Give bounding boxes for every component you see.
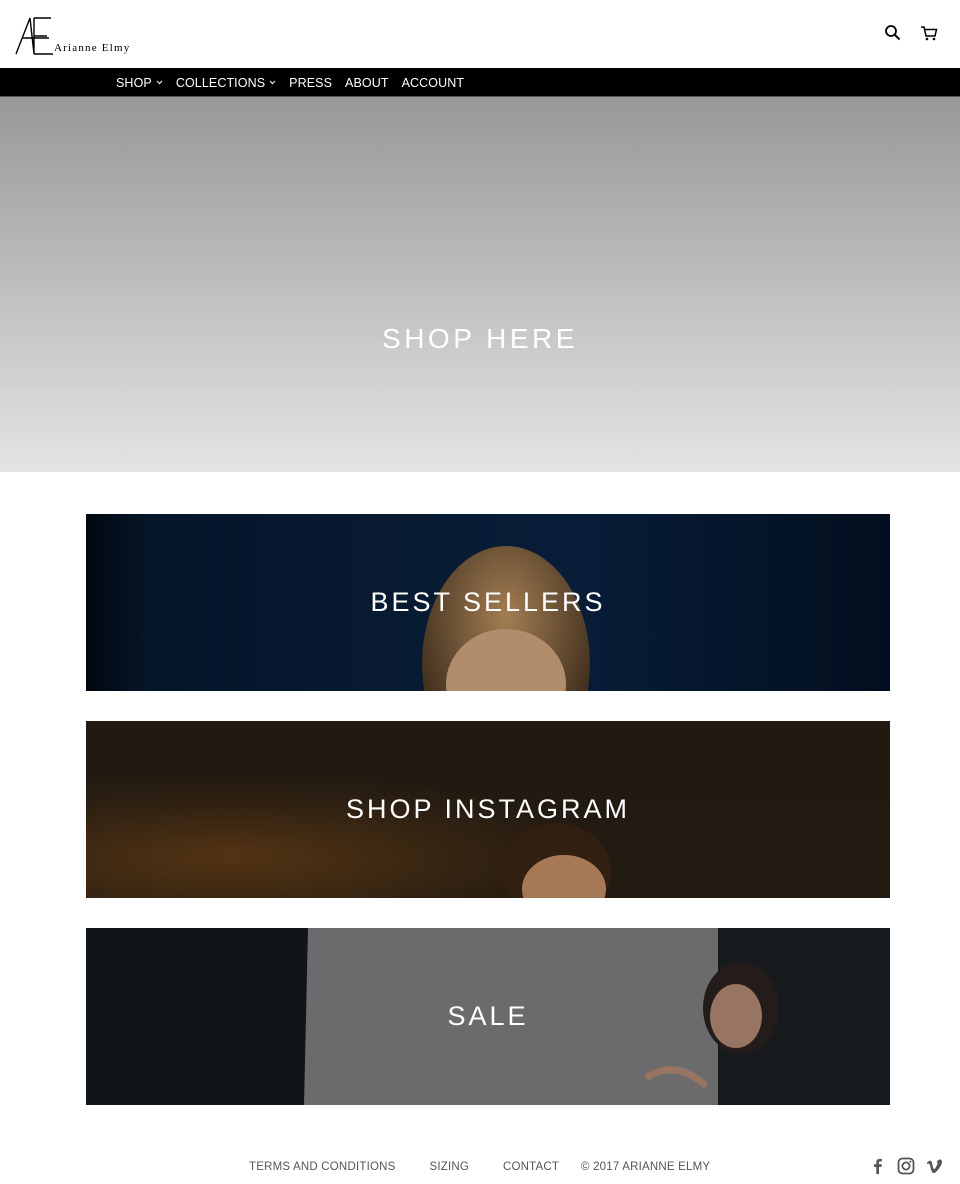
site-header: Arianne Elmy xyxy=(0,0,960,68)
nav-item-shop[interactable]: SHOP xyxy=(116,76,163,90)
nav-item-label: PRESS xyxy=(289,75,333,90)
site-footer: TERMS AND CONDITIONS SIZING CONTACT © 20… xyxy=(0,1148,960,1184)
nav-item-account[interactable]: ACCOUNT xyxy=(402,76,465,90)
hero-banner[interactable]: SHOP HERE xyxy=(0,97,960,472)
promo-best-sellers[interactable]: BEST SELLERS xyxy=(86,514,890,691)
footer-link-terms[interactable]: TERMS AND CONDITIONS xyxy=(249,1161,395,1173)
promo-shop-instagram[interactable]: SHOP INSTAGRAM xyxy=(86,721,890,898)
search-icon[interactable] xyxy=(884,24,902,42)
nav-item-label: ABOUT xyxy=(345,75,389,90)
cart-icon[interactable] xyxy=(920,24,938,42)
footer-link-contact[interactable]: CONTACT xyxy=(503,1161,559,1173)
facebook-icon[interactable] xyxy=(869,1157,887,1175)
footer-link-sizing[interactable]: SIZING xyxy=(429,1161,469,1173)
instagram-icon[interactable] xyxy=(897,1157,915,1175)
chevron-down-icon xyxy=(269,80,276,85)
vimeo-icon[interactable] xyxy=(926,1157,944,1175)
footer-links: TERMS AND CONDITIONS SIZING CONTACT xyxy=(249,1161,593,1173)
nav-item-label: COLLECTIONS xyxy=(175,75,266,90)
chevron-down-icon xyxy=(156,80,163,85)
nav-item-press[interactable]: PRESS xyxy=(289,76,332,90)
main-navigation: SHOP COLLECTIONS PRESS ABOUT ACCOUNT xyxy=(0,68,960,97)
promo-sale[interactable]: SALE xyxy=(86,928,890,1105)
nav-list: SHOP COLLECTIONS PRESS ABOUT ACCOUNT xyxy=(116,68,477,97)
ae-monogram-logo-icon xyxy=(15,17,53,55)
nav-item-collections[interactable]: COLLECTIONS xyxy=(176,76,276,90)
promo-title: SHOP INSTAGRAM xyxy=(345,794,631,824)
nav-item-about[interactable]: ABOUT xyxy=(345,76,389,90)
brand-logo[interactable]: Arianne Elmy xyxy=(15,17,155,57)
promo-title: SALE xyxy=(447,1001,529,1031)
nav-item-label: ACCOUNT xyxy=(401,75,465,90)
copyright-text: © 2017 ARIANNE ELMY xyxy=(581,1161,711,1173)
brand-name: Arianne Elmy xyxy=(54,42,131,54)
hero-title[interactable]: SHOP HERE xyxy=(0,323,960,355)
nav-item-label: SHOP xyxy=(116,75,152,90)
promo-title: BEST SELLERS xyxy=(370,587,606,617)
